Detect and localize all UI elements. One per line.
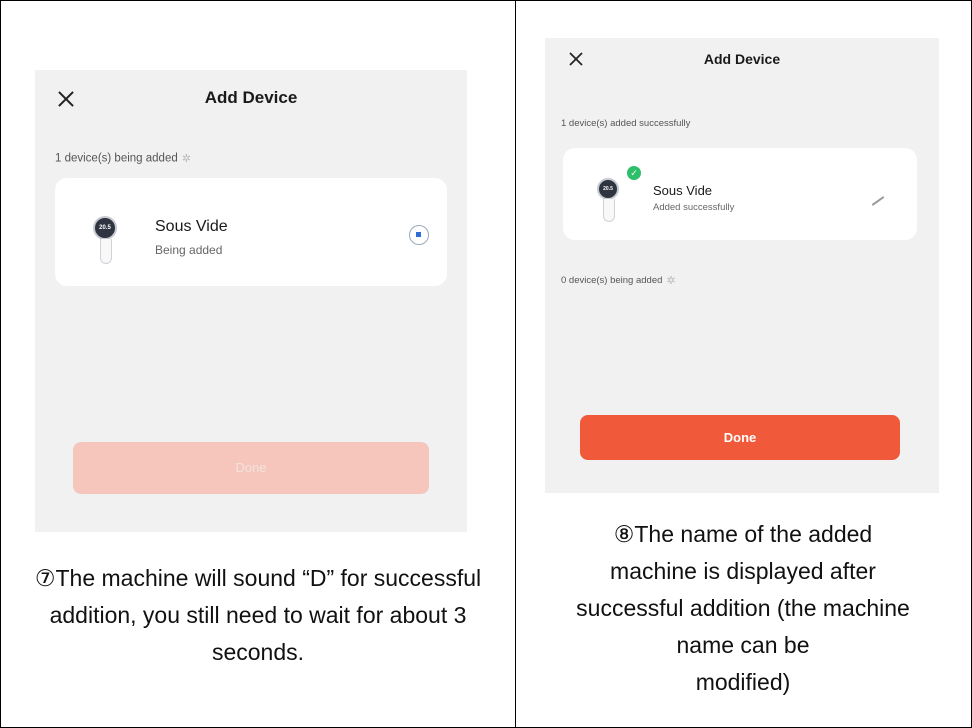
- caption-left: ⑦The machine will sound “D” for successf…: [34, 565, 482, 665]
- status-being-added: 1 device(s) being added ✲: [55, 152, 191, 165]
- sous-vide-device-icon: 20.5: [597, 178, 619, 222]
- sous-vide-device-icon: 20.5: [93, 216, 117, 264]
- status-text: 1 device(s) being added: [55, 152, 178, 165]
- device-display: 20.5: [597, 178, 619, 200]
- caption-right: ⑧The name of the added machine is displa…: [520, 516, 966, 701]
- page-title: Add Device: [204, 88, 298, 107]
- edit-icon[interactable]: [871, 196, 885, 206]
- caption-right-line: modified): [695, 669, 791, 695]
- caption-right-line: successful addition (the machine: [576, 595, 910, 621]
- caption-right-line: machine is displayed after: [610, 558, 876, 584]
- done-button[interactable]: Done: [580, 415, 900, 460]
- caption-right-line: name can be: [676, 632, 810, 658]
- page-title: Add Device: [703, 51, 781, 67]
- spinner-icon: ✲: [181, 153, 191, 165]
- spinner-icon: ✲: [666, 275, 676, 287]
- left-phone-screen: Add Device 1 device(s) being added ✲ 20.5…: [35, 70, 467, 532]
- device-body: [603, 199, 615, 222]
- device-name: Sous Vide: [155, 218, 228, 235]
- radio-icon[interactable]: [409, 225, 429, 245]
- status-being-added: 0 device(s) being added ✲: [561, 274, 676, 287]
- check-icon: ✓: [627, 166, 641, 180]
- caption-right-line: ⑧The name of the added: [613, 521, 873, 547]
- device-status: Added successfully: [653, 202, 735, 213]
- status-text: 0 device(s) being added: [561, 275, 663, 287]
- device-card[interactable]: 20.5 ✓ Sous Vide Added successfully: [563, 148, 917, 240]
- device-card[interactable]: 20.5 Sous Vide Being added: [55, 178, 447, 286]
- device-status: Being added: [155, 243, 223, 257]
- status-added-successfully: 1 device(s) added successfully: [561, 118, 691, 129]
- column-divider: [515, 0, 516, 728]
- device-display: 20.5: [93, 216, 117, 240]
- device-body: [100, 239, 112, 264]
- done-button-disabled[interactable]: Done: [73, 442, 429, 494]
- right-phone-screen: Add Device 1 device(s) added successfull…: [545, 38, 939, 493]
- device-name: Sous Vide: [653, 183, 713, 198]
